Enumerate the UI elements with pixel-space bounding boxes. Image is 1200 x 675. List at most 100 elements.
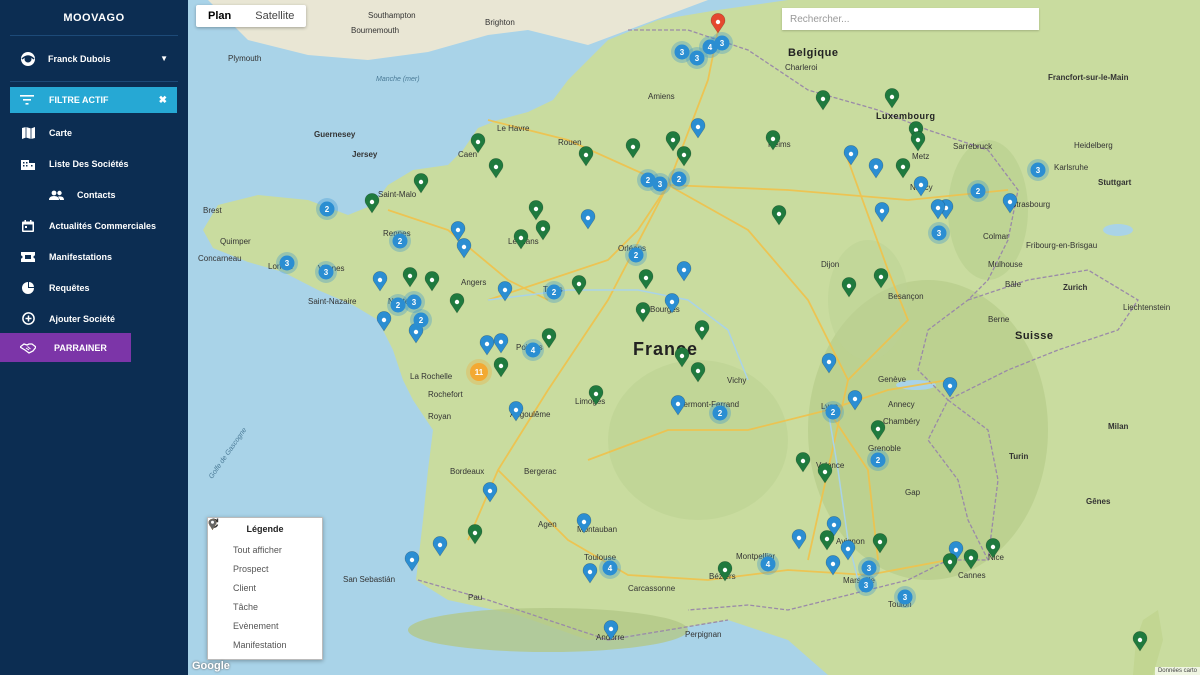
prospect-marker[interactable] <box>508 401 524 422</box>
map-attribution[interactable]: Données carto <box>1154 667 1200 675</box>
client-marker[interactable] <box>771 205 787 226</box>
prospect-marker[interactable] <box>664 293 680 314</box>
client-marker[interactable] <box>690 362 706 383</box>
cluster-marker[interactable]: 3 <box>894 586 916 608</box>
client-marker[interactable] <box>873 268 889 289</box>
prospect-marker[interactable] <box>821 353 837 374</box>
prospect-marker[interactable] <box>840 540 856 561</box>
task-marker[interactable] <box>710 13 726 34</box>
prospect-marker[interactable] <box>372 271 388 292</box>
client-marker[interactable] <box>488 158 504 179</box>
client-marker[interactable] <box>665 131 681 152</box>
client-marker[interactable] <box>676 146 692 167</box>
cluster-marker[interactable]: 2 <box>709 402 731 424</box>
client-marker[interactable] <box>1132 631 1148 652</box>
client-marker[interactable] <box>535 220 551 241</box>
cluster-marker[interactable]: 4 <box>757 553 779 575</box>
cluster-marker[interactable]: 2 <box>625 244 647 266</box>
client-marker[interactable] <box>963 549 979 570</box>
prospect-marker[interactable] <box>670 395 686 416</box>
active-filter-bar[interactable]: FILTRE ACTIF ✖ <box>10 87 177 113</box>
nav-item-requetes[interactable]: Requêtes <box>0 272 188 303</box>
cluster-marker[interactable]: 2 <box>389 230 411 252</box>
client-marker[interactable] <box>942 553 958 574</box>
client-marker[interactable] <box>795 452 811 473</box>
cluster-marker[interactable]: 2 <box>543 281 565 303</box>
cluster-marker[interactable]: 3 <box>649 173 671 195</box>
cluster-marker[interactable]: 2 <box>316 198 338 220</box>
cluster-marker[interactable]: 4 <box>522 339 544 361</box>
client-marker[interactable] <box>635 302 651 323</box>
cluster-marker[interactable]: 3 <box>928 222 950 244</box>
client-marker[interactable] <box>625 138 641 159</box>
client-marker[interactable] <box>872 533 888 554</box>
cluster-marker[interactable]: 3 <box>276 252 298 274</box>
prospect-marker[interactable] <box>479 335 495 356</box>
client-marker[interactable] <box>588 385 604 406</box>
cluster-marker[interactable]: 2 <box>967 180 989 202</box>
search-input[interactable] <box>782 8 1039 30</box>
prospect-marker[interactable] <box>690 118 706 139</box>
client-marker[interactable] <box>413 173 429 194</box>
event-cluster-marker[interactable]: 11 <box>466 359 492 385</box>
client-marker[interactable] <box>541 328 557 349</box>
close-icon[interactable]: ✖ <box>159 95 167 106</box>
client-marker[interactable] <box>765 130 781 151</box>
prospect-marker[interactable] <box>825 555 841 576</box>
parrainer-button[interactable]: PARRAINER <box>0 333 131 362</box>
client-marker[interactable] <box>470 133 486 154</box>
legend-evenement[interactable]: Evènement <box>208 519 312 635</box>
nav-item-actualites[interactable]: Actualités Commerciales <box>0 210 188 241</box>
client-marker[interactable] <box>884 88 900 109</box>
prospect-marker[interactable] <box>432 536 448 557</box>
legend-tache[interactable]: Tâche <box>208 519 312 616</box>
client-marker[interactable] <box>513 229 529 250</box>
legend-client[interactable]: Client <box>208 519 312 597</box>
cluster-marker[interactable]: 4 <box>599 557 621 579</box>
client-marker[interactable] <box>578 146 594 167</box>
cluster-marker[interactable]: 3 <box>315 261 337 283</box>
map-type-plan[interactable]: Plan <box>196 5 243 27</box>
prospect-marker[interactable] <box>482 482 498 503</box>
legend-manifestation[interactable]: Manifestation <box>208 519 312 654</box>
prospect-marker[interactable] <box>493 333 509 354</box>
prospect-marker[interactable] <box>874 202 890 223</box>
marker-layer[interactable]: 34 332 3222333222223342 2244 33311 <box>188 0 1200 675</box>
client-marker[interactable] <box>870 420 886 441</box>
prospect-marker[interactable] <box>843 145 859 166</box>
prospect-marker[interactable] <box>376 311 392 332</box>
client-marker[interactable] <box>424 271 440 292</box>
prospect-marker[interactable] <box>603 620 619 641</box>
client-marker[interactable] <box>819 530 835 551</box>
client-marker[interactable] <box>449 293 465 314</box>
prospect-marker[interactable] <box>582 563 598 584</box>
client-marker[interactable] <box>910 131 926 152</box>
prospect-marker[interactable] <box>404 551 420 572</box>
cluster-marker[interactable]: 3 <box>1027 159 1049 181</box>
client-marker[interactable] <box>717 561 733 582</box>
nav-item-manifestations[interactable]: Manifestations <box>0 241 188 272</box>
prospect-marker[interactable] <box>913 176 929 197</box>
prospect-marker[interactable] <box>847 390 863 411</box>
nav-item-carte[interactable]: Carte <box>0 117 188 148</box>
legend-show-all[interactable]: Tout afficher <box>209 518 312 559</box>
prospect-marker[interactable] <box>868 158 884 179</box>
client-marker[interactable] <box>493 357 509 378</box>
client-marker[interactable] <box>817 463 833 484</box>
cluster-marker[interactable]: 2 <box>410 309 432 331</box>
map-view[interactable]: Southampton Brighton Bournemouth Plymout… <box>188 0 1200 675</box>
cluster-marker[interactable]: 2 <box>668 168 690 190</box>
client-marker[interactable] <box>638 269 654 290</box>
cluster-marker[interactable]: 2 <box>867 449 889 471</box>
client-marker[interactable] <box>402 267 418 288</box>
client-marker[interactable] <box>985 538 1001 559</box>
legend-prospect[interactable]: Prospect <box>208 519 312 578</box>
cluster-marker[interactable]: 3 <box>855 574 877 596</box>
prospect-marker[interactable] <box>942 377 958 398</box>
user-menu[interactable]: Franck Dubois ▼ <box>10 36 178 82</box>
map-type-satellite[interactable]: Satellite <box>243 5 306 27</box>
client-marker[interactable] <box>467 524 483 545</box>
cluster-marker[interactable]: 2 <box>822 401 844 423</box>
prospect-marker[interactable] <box>676 261 692 282</box>
cluster-marker[interactable]: 3 <box>686 47 708 69</box>
